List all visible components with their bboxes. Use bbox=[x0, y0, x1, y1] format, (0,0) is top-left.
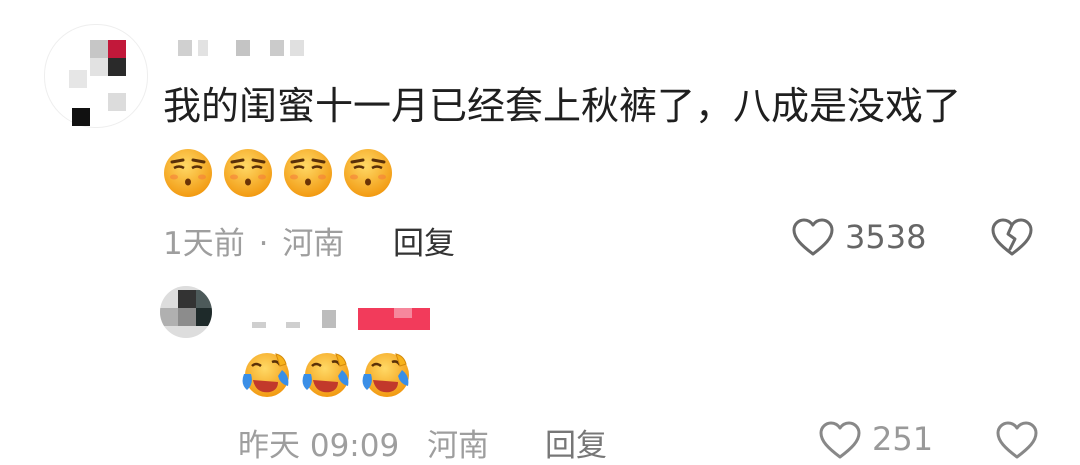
smirk-face-emoji bbox=[344, 149, 392, 197]
laughing-crying-emoji bbox=[362, 353, 409, 397]
avatar-blur-block bbox=[90, 58, 108, 76]
comment-location: 河南 bbox=[282, 226, 345, 262]
like-count: 3538 bbox=[845, 218, 927, 256]
avatar-blur-block bbox=[108, 58, 126, 76]
reply-like-button[interactable]: 251 bbox=[818, 418, 948, 459]
heart-icon bbox=[792, 218, 834, 256]
reply-dislike-icon[interactable] bbox=[995, 420, 1039, 460]
reply-location: 河南 bbox=[427, 428, 490, 464]
smirk-face-emoji bbox=[164, 149, 212, 197]
reply-emoji-row bbox=[240, 350, 420, 402]
comment-text: 我的闺蜜十一月已经套上秋裤了，八成是没戏了 bbox=[163, 84, 962, 128]
comment-avatar[interactable] bbox=[44, 24, 148, 128]
reply-username[interactable] bbox=[246, 306, 436, 332]
heart-icon bbox=[819, 421, 861, 459]
smirk-face-emoji bbox=[224, 149, 272, 197]
reply-like-count: 251 bbox=[872, 420, 934, 458]
comment-emoji-row bbox=[163, 148, 403, 198]
avatar-blur-block bbox=[72, 108, 90, 126]
reply-time: 昨天 09:09 bbox=[238, 428, 400, 464]
comment-meta: 1天前 · 河南 bbox=[163, 218, 344, 263]
comment-time: 1天前 bbox=[163, 226, 245, 262]
reply-avatar[interactable] bbox=[160, 286, 212, 338]
avatar-blur-block bbox=[108, 93, 126, 111]
dislike-icon[interactable] bbox=[990, 217, 1034, 257]
comment-like-button[interactable]: 3538 bbox=[791, 214, 941, 260]
smirk-face-emoji bbox=[284, 149, 332, 197]
comment-username[interactable] bbox=[178, 38, 328, 60]
meta-separator: · bbox=[258, 226, 269, 262]
laughing-crying-emoji bbox=[242, 353, 289, 397]
avatar-blur-block bbox=[90, 40, 108, 58]
laughing-crying-emoji bbox=[302, 353, 349, 397]
reply-reply-button[interactable]: 回复 bbox=[545, 420, 607, 465]
comment-reply-button[interactable]: 回复 bbox=[393, 218, 455, 263]
avatar-blur-block bbox=[69, 70, 87, 88]
avatar-blur-block bbox=[108, 40, 126, 58]
reply-meta: 昨天 09:09 河南 bbox=[238, 420, 489, 465]
